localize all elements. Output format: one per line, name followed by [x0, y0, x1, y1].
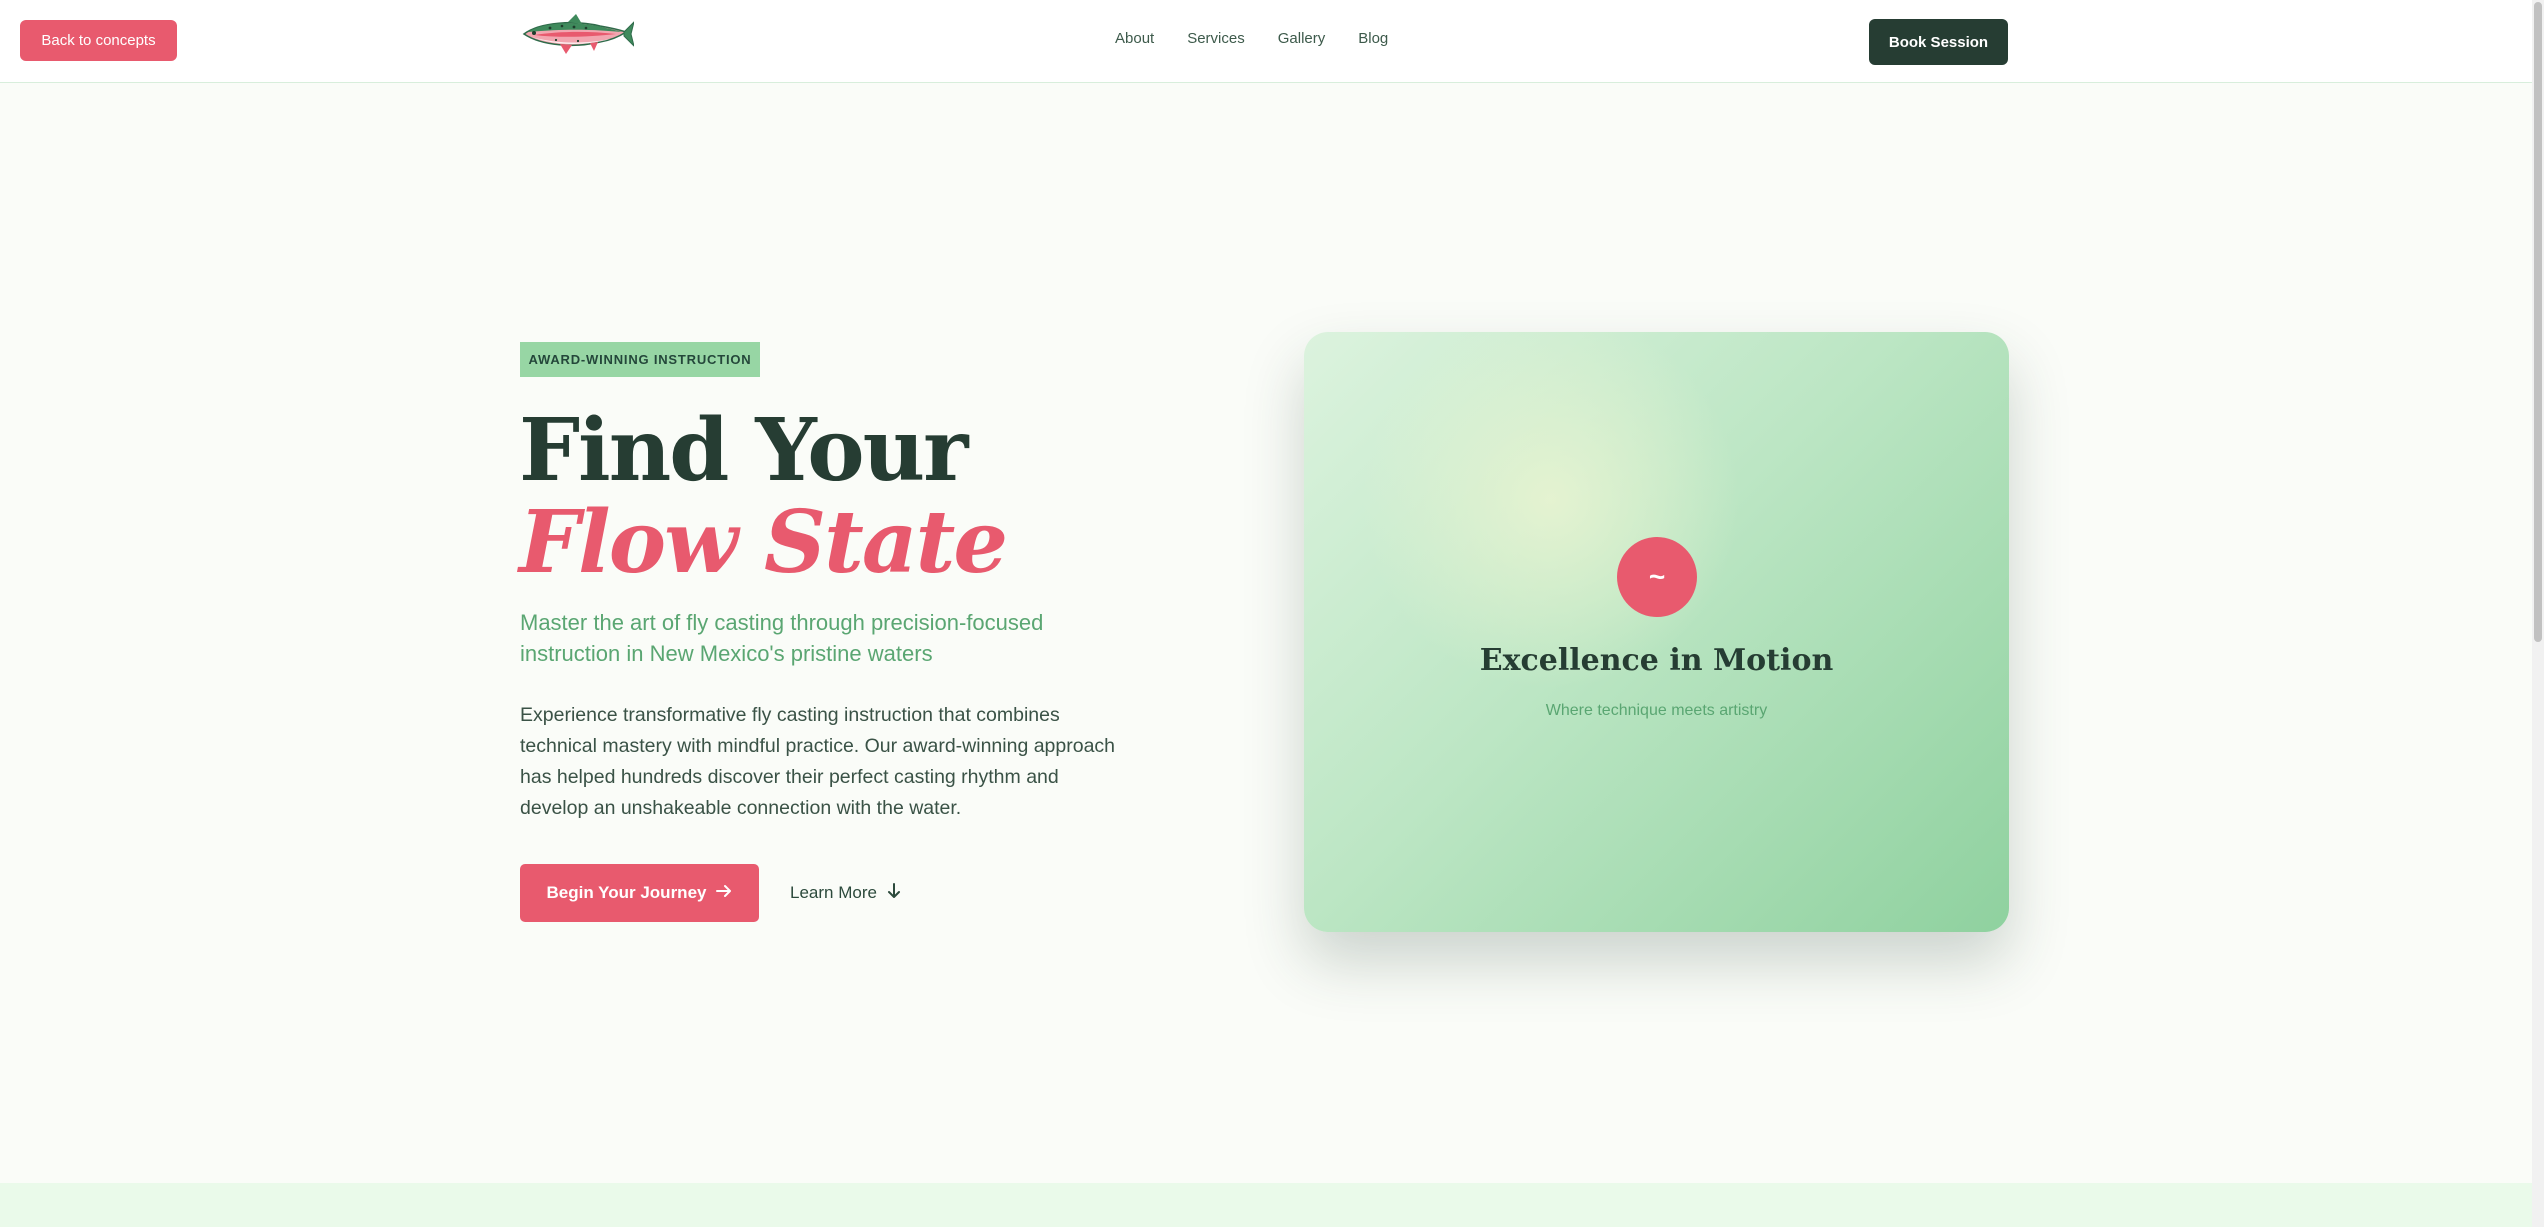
main-nav: About Services Gallery Blog — [1115, 30, 1388, 47]
begin-journey-button[interactable]: Begin Your Journey — [520, 864, 759, 922]
learn-more-label: Learn More — [790, 883, 877, 902]
hero-title-plain: Find Your — [519, 400, 968, 501]
award-badge: AWARD-WINNING INSTRUCTION — [520, 342, 760, 377]
scrollbar-thumb[interactable] — [2534, 2, 2542, 642]
card-title: Excellence in Motion — [1479, 643, 1834, 678]
nav-blog[interactable]: Blog — [1358, 30, 1388, 47]
nav-about[interactable]: About — [1115, 30, 1154, 47]
begin-journey-label: Begin Your Journey — [546, 883, 707, 902]
book-session-button[interactable]: Book Session — [1869, 19, 2008, 65]
hero-title-accent: Flow State — [519, 492, 1008, 593]
card-subtitle: Where technique meets artistry — [1545, 702, 1768, 719]
hero-feature-card: ~ Excellence in Motion Where technique m… — [1304, 332, 2009, 932]
trout-logo-icon[interactable] — [520, 14, 635, 56]
next-section-edge — [0, 1183, 2532, 1227]
nav-services[interactable]: Services — [1187, 30, 1245, 47]
hero-title: Find Your Flow State — [519, 405, 1139, 589]
arrow-down-icon — [887, 882, 901, 904]
arrow-right-icon — [716, 883, 732, 903]
wave-icon: ~ — [1617, 537, 1697, 617]
nav-gallery[interactable]: Gallery — [1278, 30, 1326, 47]
site-header: Back to concepts About Services Gallery … — [0, 0, 2532, 83]
back-to-concepts-button[interactable]: Back to concepts — [20, 20, 177, 61]
hero-subtitle: Master the art of fly casting through pr… — [520, 610, 1044, 666]
hero-description: Experience transformative fly casting in… — [520, 704, 1116, 819]
page-scrollbar[interactable] — [2532, 0, 2544, 1227]
learn-more-link[interactable]: Learn More — [790, 864, 901, 922]
